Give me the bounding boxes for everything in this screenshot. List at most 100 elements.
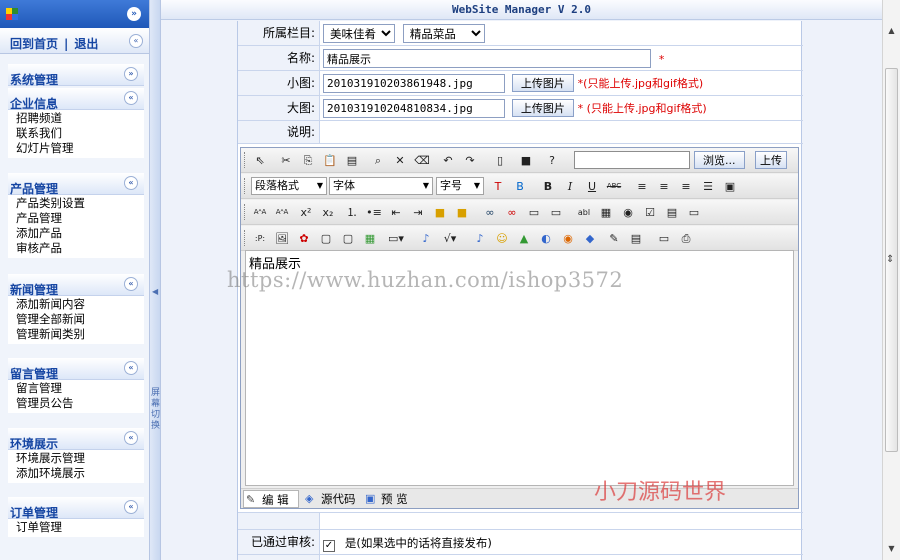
collapse-icon[interactable]: « [124,361,138,375]
formula-icon[interactable]: √▾ [441,230,459,247]
subscript-icon[interactable]: x₂ [319,204,337,221]
copy-icon[interactable]: ⎘ [299,152,317,169]
logout-link[interactable]: 退出 [74,37,98,51]
category-select[interactable]: 美味佳肴 [323,24,395,43]
superscript-icon[interactable]: x² [297,204,315,221]
text-field-icon[interactable]: abl [575,204,593,221]
section-header[interactable]: 新闻管理 « [8,274,144,297]
collapse-arrow-icon[interactable]: ◀ [152,287,158,296]
upload-small-image-button[interactable]: 上传图片 [511,74,574,92]
sidebar-item-admin-notice[interactable]: 管理员公告 [16,396,144,411]
redo-icon[interactable]: ↷ [461,152,479,169]
sound-icon[interactable]: ♪ [417,230,435,247]
horizontal-rule-icon[interactable]: ▭ [655,230,673,247]
font-decrease-icon[interactable]: AᴬA [251,204,269,221]
screen-switch-label[interactable]: 屏幕切换 [151,388,160,432]
help-icon[interactable]: ? [543,152,561,169]
sidebar-item-product-category[interactable]: 产品类别设置 [16,196,144,211]
sidebar-item-add-product[interactable]: 添加产品 [16,226,144,241]
button-icon[interactable]: ▭ [685,204,703,221]
font-increase-icon[interactable]: AᴬA [273,204,291,221]
align-right-icon[interactable]: ≡ [677,178,695,195]
file-icon[interactable]: ▢ [339,230,357,247]
editor-upload-button[interactable]: 上传 [755,151,787,169]
sidebar-item-news-category[interactable]: 管理新闻类别 [16,327,144,342]
anchor-icon[interactable]: ▭ [525,204,543,221]
paragraph-icon[interactable]: :P: [251,230,269,247]
special-char-icon[interactable]: ✎ [605,230,623,247]
music-icon[interactable]: ♪ [471,230,489,247]
indent-icon[interactable]: ⇥ [409,204,427,221]
underline-icon[interactable]: U [583,178,601,195]
text-color-icon[interactable]: T [489,178,507,195]
frame-icon[interactable]: ▭▾ [387,230,405,247]
upload-image-icon[interactable]: ▲ [515,230,533,247]
unlink-icon[interactable]: ∞ [503,204,521,221]
upload-large-image-button[interactable]: 上传图片 [511,99,574,117]
strikethrough-icon[interactable]: ABC [605,178,623,195]
bold-icon[interactable]: B [539,178,557,195]
highlight-remove-icon[interactable]: ■ [453,204,471,221]
browse-button[interactable]: 浏览... [694,151,745,169]
unordered-list-icon[interactable]: •≡ [365,204,383,221]
border-icon[interactable]: ▣ [721,178,739,195]
small-image-input[interactable] [323,74,505,93]
sidebar-item-add-news[interactable]: 添加新闻内容 [16,297,144,312]
sidebar-item-orders[interactable]: 订单管理 [16,520,144,535]
sidebar-item-slideshow[interactable]: 幻灯片管理 [16,141,144,156]
link-icon[interactable]: ∞ [481,204,499,221]
windows-media-icon[interactable]: ◆ [581,230,599,247]
align-left-icon[interactable]: ≡ [633,178,651,195]
background-color-icon[interactable]: B [511,178,529,195]
delete-icon[interactable]: ✕ [391,152,409,169]
collapse-icon[interactable]: « [124,176,138,190]
tab-source[interactable]: ◈ 源代码 [303,490,359,508]
scroll-up-icon[interactable]: ▲ [885,26,898,38]
flash-icon[interactable]: ✿ [295,230,313,247]
vertical-scrollbar[interactable]: ▲ ⇕ ▼ [882,0,900,560]
name-input[interactable] [323,49,651,68]
section-header[interactable]: 产品管理 « [8,173,144,196]
collapse-sidebar-icon[interactable]: « [129,34,143,48]
paste-text-icon[interactable]: ▤ [343,152,361,169]
document-icon[interactable]: ▯ [491,152,509,169]
find-icon[interactable]: ⌕ [369,152,387,169]
outdent-icon[interactable]: ⇤ [387,204,405,221]
collapse-icon[interactable]: « [124,91,138,105]
large-image-input[interactable] [323,99,505,118]
collapse-all-icon[interactable]: » [127,7,141,21]
editor-content-area[interactable]: 精品展示 [245,250,794,486]
home-link[interactable]: 回到首页 [10,37,58,51]
checkbox-icon[interactable]: ☑ [641,204,659,221]
sidebar-item-manage-news[interactable]: 管理全部新闻 [16,312,144,327]
paste-icon[interactable]: 📋 [321,152,339,169]
sidebar-item-review-product[interactable]: 审核产品 [16,241,144,256]
section-header[interactable]: 企业信息 « [8,88,144,111]
section-header[interactable]: 留言管理 « [8,358,144,381]
image-icon[interactable]: 🖼 [273,230,291,247]
realplayer-icon[interactable]: ◉ [559,230,577,247]
undo-icon[interactable]: ↶ [439,152,457,169]
date-icon[interactable]: ▤ [627,230,645,247]
sidebar-item-product-manage[interactable]: 产品管理 [16,211,144,226]
file-path-input[interactable] [574,151,690,169]
collapse-icon[interactable]: « [124,500,138,514]
approval-checkbox[interactable]: ✓ [323,540,335,552]
font-select[interactable]: 字体 ▼ [329,177,433,195]
collapse-icon[interactable]: « [124,431,138,445]
highlight-icon[interactable]: ■ [431,204,449,221]
save-icon[interactable]: ■ [517,152,535,169]
radio-icon[interactable]: ◉ [619,204,637,221]
paragraph-format-select[interactable]: 段落格式 ▼ [251,177,327,195]
collapse-icon[interactable]: « [124,277,138,291]
subcategory-select[interactable]: 精品菜品 [402,24,485,43]
print-icon[interactable]: ⎙ [677,230,695,247]
sidebar-item-messages[interactable]: 留言管理 [16,381,144,396]
section-header[interactable]: 订单管理 « [8,497,144,520]
scroll-down-icon[interactable]: ▼ [885,544,898,556]
media-icon[interactable]: ▢ [317,230,335,247]
italic-icon[interactable]: I [561,178,579,195]
justify-icon[interactable]: ☰ [699,178,717,195]
bookmark-icon[interactable]: ▭ [547,204,565,221]
tab-edit[interactable]: ✎ 编 辑 [243,490,299,508]
